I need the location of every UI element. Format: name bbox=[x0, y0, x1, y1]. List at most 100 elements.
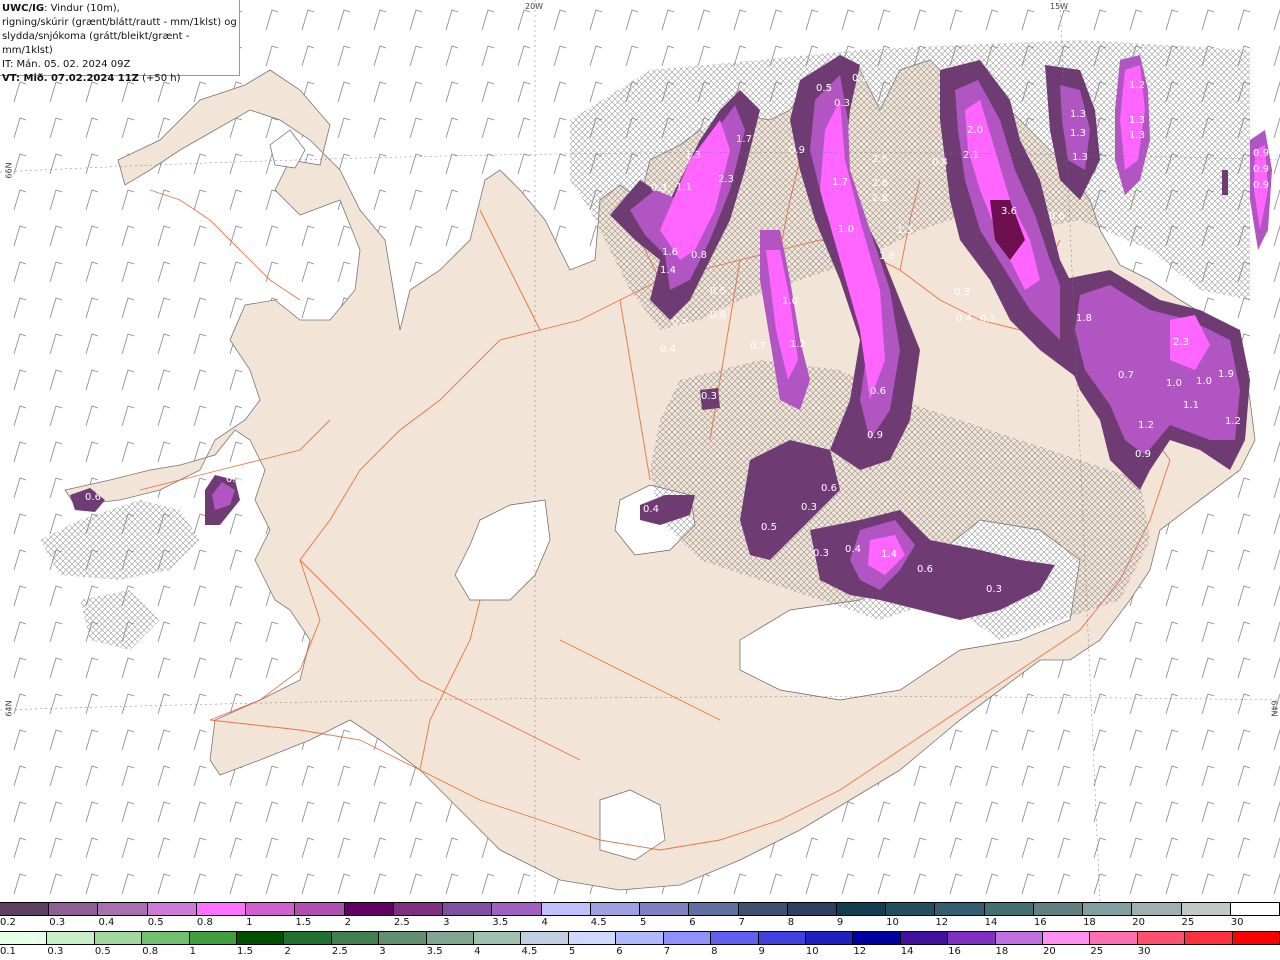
legend-swatch bbox=[758, 932, 806, 944]
precip-value-label: 0.8 bbox=[691, 250, 707, 261]
legend-tick-label: 0.5 bbox=[147, 917, 164, 928]
legend-tick-label: 9 bbox=[836, 917, 844, 928]
legend-tick-label: 3.5 bbox=[492, 917, 509, 928]
header-line-5: VT: Mið. 07.02.2024 11Z (+50 h) bbox=[2, 72, 239, 86]
precip-value-label: 0.6 bbox=[870, 386, 886, 397]
precip-value-label: 0.3 bbox=[954, 287, 970, 298]
precip-value-label: 1.4 bbox=[881, 549, 897, 560]
legend-swatch bbox=[738, 903, 788, 915]
precip-value-label: 1.2 bbox=[790, 339, 806, 350]
legend-swatch bbox=[948, 932, 996, 944]
precip-value-label: 0.2 bbox=[980, 314, 996, 325]
legend-tick-label: 6 bbox=[689, 917, 696, 928]
legend-tick-label: 0.5 bbox=[94, 946, 111, 957]
legend-swatch bbox=[49, 903, 99, 915]
precip-value-label: 1.2 bbox=[1225, 416, 1241, 427]
header-line-2: rigning/skúrir (grænt/blátt/rautt - mm/1… bbox=[2, 17, 237, 28]
legend-tick-label: 4.5 bbox=[521, 946, 538, 957]
legend-swatch bbox=[0, 903, 50, 915]
legend-tick-label: 0.4 bbox=[98, 917, 115, 928]
precip-value-label: 1.0 bbox=[1196, 376, 1212, 387]
precip-value-label: 1.0 bbox=[782, 296, 798, 307]
precip-value-label: 0.5 bbox=[710, 286, 726, 297]
legend-swatch bbox=[331, 932, 380, 944]
precip-value-label: 0.6 bbox=[821, 483, 837, 494]
precip-value-label: 1.3 bbox=[1129, 130, 1145, 141]
legend-swatch bbox=[94, 932, 143, 944]
precip-value-label: 1.1 bbox=[676, 182, 692, 193]
map-header: UWC/IG: Vindur (10m), rigning/skúrir (gr… bbox=[0, 0, 240, 84]
legend-tick-label: 20 bbox=[1132, 917, 1146, 928]
legend-tick-label: 0.3 bbox=[47, 946, 64, 957]
precip-value-label: 1.7 bbox=[832, 177, 848, 188]
header-line-3: slydda/snjókoma (grátt/bleikt/grænt - mm… bbox=[2, 31, 190, 56]
legend-swatch bbox=[295, 903, 345, 915]
precip-value-label: 0.9 bbox=[867, 430, 883, 441]
precip-value-label: 0.9 bbox=[1135, 449, 1151, 460]
precip-value-label: 1.5 bbox=[897, 225, 913, 236]
legend-swatch bbox=[886, 903, 936, 915]
legend-tick-label: 14 bbox=[984, 917, 998, 928]
precip-value-label: 1.3 bbox=[1070, 109, 1086, 120]
precip-value-label: 0.4 bbox=[956, 313, 972, 324]
precip-value-label: 2.3 bbox=[718, 174, 734, 185]
legend-swatch bbox=[237, 932, 285, 944]
legend-swatch bbox=[853, 932, 901, 944]
legend-tick-label: 1 bbox=[246, 917, 253, 928]
legend-swatch bbox=[1042, 932, 1091, 944]
legend-tick-label: 4 bbox=[541, 917, 548, 928]
precip-value-label: 0.6 bbox=[1049, 211, 1065, 222]
legend-tick-label: 8 bbox=[711, 946, 718, 957]
precip-value-label: 0.6 bbox=[85, 492, 101, 503]
legend-swatch bbox=[246, 903, 296, 915]
precip-value-label: 2.1 bbox=[963, 150, 979, 161]
legend-swatch bbox=[900, 932, 949, 944]
precip-value-label: 2.8 bbox=[872, 193, 888, 204]
legend-tick-label: 12 bbox=[935, 917, 949, 928]
legend-swatch bbox=[616, 932, 664, 944]
precip-value-label: 2.5 bbox=[872, 154, 888, 165]
legend-tick-label: 4.5 bbox=[590, 917, 607, 928]
legend-tick-label: 3 bbox=[443, 917, 450, 928]
precip-value-label: 0.3 bbox=[834, 98, 850, 109]
legend-tick-label: 7 bbox=[663, 946, 671, 957]
precip-value-label: 0.4 bbox=[932, 157, 948, 168]
lat-label-66n-left: 66N bbox=[4, 162, 14, 179]
lon-label-15w: 15W bbox=[1050, 2, 1069, 11]
header-line-4: IT: Mán. 05. 02. 2024 09Z bbox=[2, 59, 131, 70]
legend-tick-label: 1 bbox=[189, 946, 196, 957]
precip-value-label: 2.3 bbox=[1173, 337, 1189, 348]
legend-tick-label: 5 bbox=[568, 946, 576, 957]
legend-swatch bbox=[0, 932, 48, 944]
legend-tick-label: 30 bbox=[1137, 946, 1151, 957]
legend-tick-label: 7 bbox=[738, 917, 745, 928]
legend-swatch bbox=[836, 903, 887, 915]
precip-value-label: 0.9 bbox=[1253, 148, 1269, 159]
legend-swatch bbox=[393, 903, 444, 915]
legend-swatch bbox=[474, 932, 522, 944]
legend-swatch bbox=[443, 903, 493, 915]
legend-tick-label: 1.5 bbox=[237, 946, 253, 957]
legend-tick-label: 5 bbox=[640, 917, 647, 928]
precip-value-label: 0.2 bbox=[852, 73, 868, 84]
precip-value-label: 1.6 bbox=[662, 247, 678, 258]
legend-tick-label: 0.1 bbox=[0, 946, 16, 957]
legend-swatch bbox=[541, 903, 591, 915]
lat-label-64n-right: 64N bbox=[1269, 700, 1279, 717]
legend-rain-ticks: 0.1 0.3 0.5 0.8 1 1.5 2 2.5 3 3.5 4 4.5 5 6 7 8 9 10 12 14 1… bbox=[0, 946, 1280, 960]
legend-snow-ticks: 0.2 0.3 0.4 0.5 0.8 1 1.5 2 2.5 3 3.5 4 4.5 5 6 7 8 9 10 12… bbox=[0, 917, 1280, 931]
legend-swatch bbox=[196, 903, 247, 915]
legend-swatch bbox=[1083, 903, 1133, 915]
legend-swatch bbox=[787, 903, 837, 915]
precip-value-label: 0.4 bbox=[226, 474, 242, 485]
legend-swatch bbox=[379, 932, 427, 944]
precip-value-label: 1.3 bbox=[1129, 115, 1145, 126]
precip-value-label: 1.2 bbox=[1138, 420, 1154, 431]
legend-tick-label: 25 bbox=[1181, 917, 1195, 928]
forecast-lead: (+50 h) bbox=[138, 73, 181, 84]
precip-value-label: 1.3 bbox=[1070, 128, 1086, 139]
precip-value-label: 1.0 bbox=[838, 224, 854, 235]
precip-value-label: 0.5 bbox=[761, 522, 777, 533]
legend-swatch bbox=[1230, 903, 1280, 915]
legend-tick-label: 0.8 bbox=[196, 917, 213, 928]
